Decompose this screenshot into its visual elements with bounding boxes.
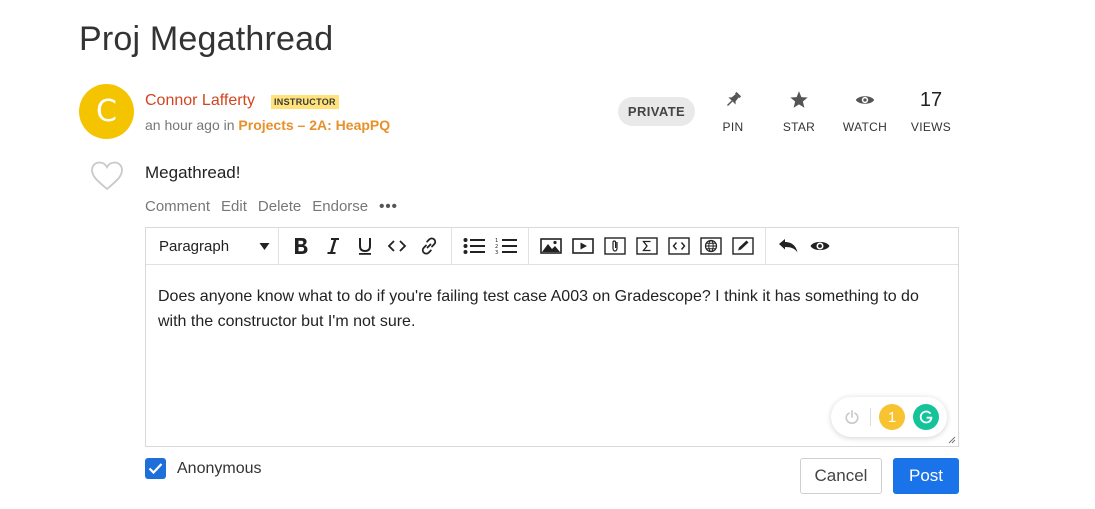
code-block-icon[interactable] xyxy=(663,231,695,261)
star-button[interactable]: STAR xyxy=(769,86,829,134)
grammarly-logo-icon[interactable] xyxy=(913,404,939,430)
folder-link[interactable]: Projects – 2A: HeapPQ xyxy=(238,117,390,133)
draw-icon[interactable] xyxy=(727,231,759,261)
post-in-word: in xyxy=(223,117,235,133)
undo-icon[interactable] xyxy=(772,231,804,261)
pin-label: PIN xyxy=(722,120,744,134)
post-actions: Comment Edit Delete Endorse ••• xyxy=(145,198,398,215)
math-icon[interactable] xyxy=(631,231,663,261)
bold-icon[interactable] xyxy=(285,231,317,261)
heart-icon[interactable] xyxy=(89,160,125,192)
code-icon[interactable] xyxy=(381,231,413,261)
instructor-badge: INSTRUCTOR xyxy=(271,95,339,109)
list-group: 123 xyxy=(452,227,529,265)
power-icon[interactable] xyxy=(842,407,862,427)
resize-handle-icon[interactable] xyxy=(947,435,956,444)
views-counter: 17 VIEWS xyxy=(901,86,961,134)
svg-text:3: 3 xyxy=(495,250,498,255)
views-count: 17 xyxy=(919,89,943,111)
underline-icon[interactable] xyxy=(349,231,381,261)
avatar[interactable]: C xyxy=(79,84,134,139)
editor-content[interactable]: Does anyone know what to do if you're fa… xyxy=(146,265,936,353)
star-label: STAR xyxy=(782,120,816,134)
private-badge: PRIVATE xyxy=(618,97,695,126)
editor-toolbar: Paragraph 123 xyxy=(146,227,958,265)
watch-label: WATCH xyxy=(842,120,888,134)
format-group xyxy=(279,227,452,265)
anonymous-label: Anonymous xyxy=(177,459,262,477)
anonymous-checkbox[interactable] xyxy=(145,458,166,479)
block-format-select[interactable]: Paragraph xyxy=(146,227,279,265)
eye-icon xyxy=(835,86,895,114)
web-embed-icon[interactable] xyxy=(695,231,727,261)
comment-link[interactable]: Comment xyxy=(145,198,210,215)
delete-link[interactable]: Delete xyxy=(258,198,301,215)
watch-button[interactable]: WATCH xyxy=(835,86,895,134)
image-icon[interactable] xyxy=(535,231,567,261)
post-time: an hour ago xyxy=(145,117,220,133)
pin-button[interactable]: PIN xyxy=(703,86,763,134)
edit-link[interactable]: Edit xyxy=(221,198,247,215)
more-options-button[interactable]: ••• xyxy=(379,198,398,215)
post-button[interactable]: Post xyxy=(893,458,959,494)
preview-icon[interactable] xyxy=(804,231,836,261)
views-label: VIEWS xyxy=(910,120,952,134)
page-title: Proj Megathread xyxy=(79,20,334,58)
bullet-list-icon[interactable] xyxy=(458,231,490,261)
misc-group xyxy=(766,228,842,265)
grammarly-suggestion-count[interactable]: 1 xyxy=(879,404,905,430)
caret-down-icon xyxy=(259,242,270,250)
grammarly-widget[interactable]: 1 xyxy=(831,397,947,437)
grammarly-divider xyxy=(870,408,871,426)
insert-group xyxy=(529,227,766,265)
block-format-value: Paragraph xyxy=(159,237,230,255)
video-icon[interactable] xyxy=(567,231,599,261)
attachment-icon[interactable] xyxy=(599,231,631,261)
anonymous-option[interactable]: Anonymous xyxy=(145,458,262,479)
numbered-list-icon[interactable]: 123 xyxy=(490,231,522,261)
link-icon[interactable] xyxy=(413,231,445,261)
post-meta: an hour ago in Projects – 2A: HeapPQ xyxy=(145,117,390,133)
pin-icon xyxy=(703,86,763,114)
author-name[interactable]: Connor Lafferty xyxy=(145,92,255,110)
italic-icon[interactable] xyxy=(317,231,349,261)
checkmark-icon xyxy=(148,463,163,475)
cancel-button[interactable]: Cancel xyxy=(800,458,882,494)
post-body: Megathread! xyxy=(145,163,241,182)
endorse-link[interactable]: Endorse xyxy=(312,198,368,215)
star-icon xyxy=(769,86,829,114)
